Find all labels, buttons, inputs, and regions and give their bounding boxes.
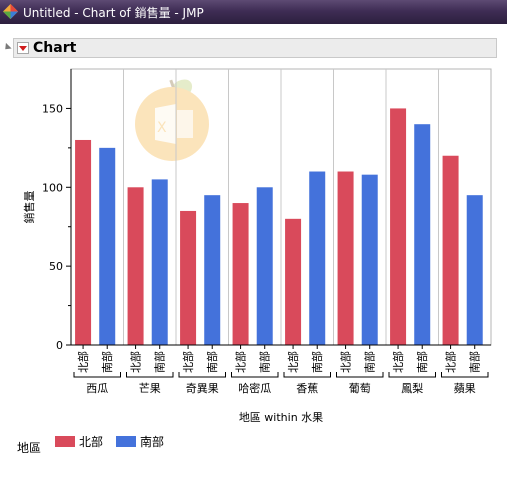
bar-south[interactable] <box>151 179 168 345</box>
bar-south[interactable] <box>466 195 483 345</box>
bar-north[interactable] <box>75 139 92 345</box>
x-category-label: 香蕉 <box>296 382 318 395</box>
bar-north[interactable] <box>285 218 302 345</box>
bar-south[interactable] <box>99 147 116 345</box>
legend-title: 地區 <box>17 441 42 455</box>
x-subcategory-label: 北部 <box>339 351 353 373</box>
chart-svg: X 050100150銷售量北部 南部西瓜北部 南部芒果北部 南部奇異果北部 南部哈密瓜… <box>22 68 492 424</box>
bar-north[interactable] <box>232 203 249 345</box>
x-subcategory-label: 南部 <box>363 351 377 373</box>
x-category-label: 蘋果 <box>454 382 476 395</box>
bar-south[interactable] <box>414 124 431 345</box>
bar-south[interactable] <box>309 171 326 345</box>
legend-item-north[interactable]: 北部 <box>55 433 103 449</box>
legend-swatch-south <box>116 436 136 447</box>
x-subcategory-label: 北部 <box>444 351 458 373</box>
x-subcategory-label: 北部 <box>391 351 405 373</box>
bar-north[interactable] <box>337 171 354 345</box>
bar-north[interactable] <box>390 108 407 345</box>
x-axis-title: 地區 within 水果 <box>239 411 323 424</box>
x-subcategory-label: 南部 <box>205 351 219 373</box>
x-category-label: 西瓜 <box>86 382 108 395</box>
x-subcategory-label: 南部 <box>415 351 429 373</box>
x-subcategory-label: 南部 <box>258 351 272 373</box>
x-subcategory-label: 南部 <box>100 351 114 373</box>
x-subcategory-label: 北部 <box>76 351 90 373</box>
x-subcategory-label: 北部 <box>129 351 143 373</box>
x-subcategory-label: 北部 <box>234 351 248 373</box>
x-subcategory-label: 北部 <box>286 351 300 373</box>
y-axis-title: 銷售量 <box>22 191 36 224</box>
legend-item-south[interactable]: 南部 <box>116 433 164 449</box>
y-tick-label: 150 <box>42 102 63 115</box>
x-subcategory-label: 南部 <box>310 351 324 373</box>
x-category-label: 葡萄 <box>349 382 371 395</box>
x-category-label: 芒果 <box>139 382 161 395</box>
y-tick-label: 50 <box>49 260 63 273</box>
x-category-label: 哈密瓜 <box>238 381 271 395</box>
x-category-label: 奇異果 <box>186 382 219 395</box>
bar-south[interactable] <box>256 187 273 345</box>
y-tick-label: 100 <box>42 181 63 194</box>
legend-label-south: 南部 <box>140 435 165 449</box>
legend-swatch-north <box>55 436 75 447</box>
svg-text:X: X <box>157 120 167 136</box>
bar-south[interactable] <box>204 195 221 345</box>
legend-label-north: 北部 <box>79 435 104 449</box>
bar-north[interactable] <box>127 187 144 345</box>
bar-north[interactable] <box>180 210 197 345</box>
x-subcategory-label: 北部 <box>181 351 195 373</box>
bar-north[interactable] <box>442 155 459 345</box>
bar-south[interactable] <box>361 174 378 345</box>
x-subcategory-label: 南部 <box>153 351 167 373</box>
x-subcategory-label: 南部 <box>468 351 482 373</box>
watermark: X <box>135 79 209 161</box>
y-tick-label: 0 <box>56 339 63 352</box>
x-category-label: 鳳梨 <box>401 381 423 395</box>
